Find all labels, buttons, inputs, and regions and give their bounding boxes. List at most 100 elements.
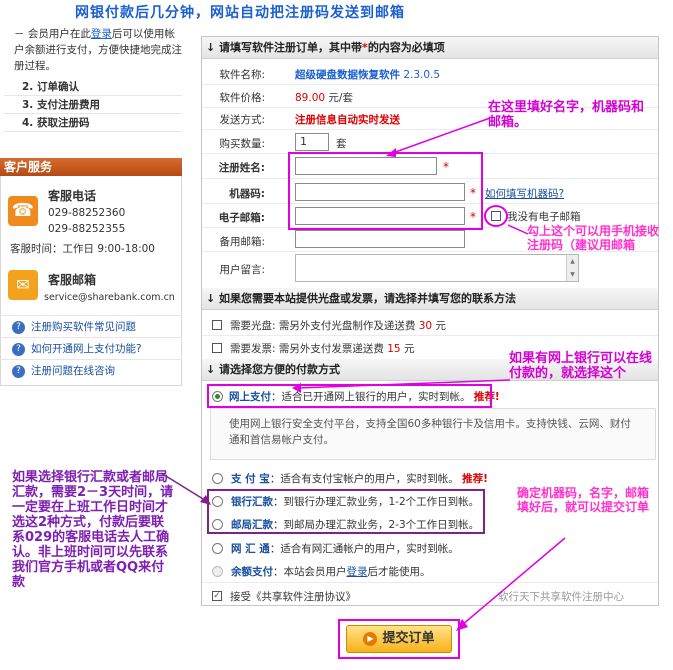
need-invoice-fee: 15	[387, 343, 401, 355]
name-note-arrow	[386, 117, 491, 157]
payment-header-text: 请选择您方便的付款方式	[219, 363, 341, 376]
row-divider	[202, 84, 658, 85]
phone-title: 客服电话	[48, 189, 97, 203]
need-cd-label: 需要光盘:	[230, 320, 276, 332]
quantity-unit: 套	[336, 138, 347, 150]
play-icon: ▶	[363, 631, 378, 646]
need-cd-checkbox[interactable]	[212, 320, 222, 330]
online-bank-note: 如果有网上银行可以在线付款的，就选择这个	[509, 351, 653, 381]
pay-balance-desc-suffix: 后才能使用。	[367, 566, 431, 578]
step-get-code: 4. 获取注册码	[4, 114, 182, 132]
order-form-header: ↓ 请填写软件注册订单，其中带*的内容为必填项	[202, 37, 658, 59]
online-bank-arrow	[292, 379, 511, 393]
row-divider	[202, 582, 658, 583]
service-hours: 客服时间：工作日 9:00-18:00	[10, 243, 155, 255]
pay-alipay-badge: 推荐!	[462, 473, 488, 485]
question-icon: ?	[12, 342, 25, 356]
name-fields-highlight	[288, 152, 483, 230]
pay-wanghuitong-name: 网 汇 通	[231, 543, 270, 555]
need-invoice-desc: 需另外支付发票递送费	[278, 343, 384, 355]
online-pay-info: 使用网上银行安全支付平台，支持全国60多种银行卡及信用卡。支持快钱、云网、财付通…	[210, 408, 656, 460]
header-suffix: 的内容为必填项	[367, 41, 445, 54]
submit-label: 提交订单	[382, 631, 435, 646]
pay-alipay-desc: 适合有支付宝帐户的用户，实时到帐。	[280, 473, 459, 485]
email-title: 客服邮箱	[48, 273, 97, 287]
bank-transfer-highlight	[207, 489, 485, 534]
faq-link-buy[interactable]: 注册购买软件常见问题	[31, 321, 136, 333]
product-name-label: 软件名称:	[219, 69, 265, 81]
price-label: 软件价格:	[219, 92, 265, 104]
need-cd-unit: 元	[435, 320, 446, 332]
question-icon: ?	[12, 364, 25, 378]
message-label: 用户留言:	[219, 264, 265, 276]
need-cd-row: 需要光盘: 需另外支付光盘制作及递送费 30 元	[230, 318, 446, 333]
backup-email-input[interactable]	[295, 230, 465, 248]
backup-email-label: 备用邮箱:	[219, 236, 265, 248]
phone-note: 勾上这个可以用手机接收注册码（建议用邮箱	[527, 224, 660, 252]
submit-order-button[interactable]: ▶ 提交订单	[346, 625, 452, 653]
message-scrollbar[interactable]: ▲ ▼	[566, 255, 578, 281]
pay-balance-radio[interactable]	[212, 566, 223, 577]
machine-code-label: 机器码:	[229, 188, 265, 200]
question-icon: ?	[12, 320, 25, 334]
invoice-section-header: ↓ 如果您需要本站提供光盘或发票，请选择并填写您的联系方法	[202, 288, 658, 310]
name-note: 在这里填好名字，机器码和邮箱。	[488, 100, 645, 130]
product-name: 超级硬盘数据恢复软件	[295, 69, 400, 81]
need-invoice-unit: 元	[403, 343, 415, 355]
quantity-input[interactable]: 1	[295, 133, 329, 151]
member-note: － 会员用户在此登录后可以使用帐户余额进行支付，方便快捷地完成注册过程。	[14, 26, 182, 74]
phone-note-arrow	[507, 224, 529, 235]
faq-item-consult[interactable]: ? 注册问题在线咨询	[0, 359, 182, 381]
customer-service-header: 客户服务	[0, 158, 182, 176]
message-textarea[interactable]	[295, 254, 579, 282]
product-version: 2.3.0.5	[403, 69, 441, 81]
email-label: 电子邮箱:	[218, 212, 265, 224]
pay-balance-name: 余额支付	[231, 566, 273, 578]
machine-code-help-link[interactable]: 如何填写机器码?	[485, 186, 564, 201]
bank-transfer-arrow	[160, 472, 211, 505]
need-cd-fee: 30	[418, 320, 433, 332]
phone-number-1: 029-88252360	[48, 207, 126, 219]
pay-balance-login-link[interactable]: 登录	[347, 566, 368, 578]
confirm-arrow	[456, 537, 566, 631]
pay-wanghuitong-row: 网 汇 通：适合有网汇通帐户的用户，实时到帐。	[231, 543, 459, 555]
header-prefix: 请填写软件注册订单，其中带	[219, 41, 363, 54]
pay-balance-row: 余额支付：本站会员用户登录后才能使用。	[231, 566, 431, 578]
phone-number-2: 029-88252355	[48, 223, 126, 235]
pay-alipay-row: 支 付 宝：适合有支付宝帐户的用户，实时到帐。 推荐!	[231, 473, 488, 485]
need-invoice-label: 需要发票:	[230, 343, 276, 355]
step-order-confirm: 2. 订单确认	[4, 78, 182, 96]
bank-transfer-note: 如果选择银行汇款或者邮局汇款，需要2－3天时间，请一定要在上班工作日时间才选这2…	[12, 470, 174, 590]
shipping-label: 发送方式:	[219, 114, 265, 126]
pay-alipay-name: 支 付 宝	[231, 473, 270, 485]
pay-wanghuitong-desc: 适合有网汇通帐户的用户，实时到帐。	[280, 543, 459, 555]
order-steps: 2. 订单确认 3. 支付注册费用 4. 获取注册码	[4, 78, 182, 132]
faq-item-buy[interactable]: ? 注册购买软件常见问题	[0, 315, 182, 337]
service-email: service@sharebank.com.cn	[44, 292, 175, 303]
top-caption: 网银付款后几分钟，网站自动把注册码发送到邮箱	[75, 5, 405, 21]
faq-link-online-pay[interactable]: 如何开通网上支付功能?	[31, 343, 142, 355]
product-name-value: 超级硬盘数据恢复软件 2.3.0.5	[295, 67, 440, 82]
pay-balance-desc-prefix: 本站会员用户	[283, 566, 347, 578]
login-link[interactable]: 登录	[91, 28, 112, 40]
quantity-label: 购买数量:	[219, 138, 265, 150]
reg-name-label: 注册姓名:	[218, 162, 265, 174]
invoice-header-text: 如果您需要本站提供光盘或发票，请选择并填写您的联系方法	[219, 292, 517, 305]
faq-link-consult[interactable]: 注册问题在线咨询	[31, 365, 115, 377]
pay-alipay-radio[interactable]	[212, 473, 223, 484]
step-pay-fee: 3. 支付注册费用	[4, 96, 182, 114]
faq-item-online-pay[interactable]: ? 如何开通网上支付功能?	[0, 337, 182, 359]
need-invoice-row: 需要发票: 需另外支付发票递送费 15 元	[230, 341, 414, 356]
member-note-prefix: － 会员用户在此	[14, 28, 91, 40]
mail-icon: ✉	[8, 270, 38, 300]
agree-checkbox[interactable]: ✓	[212, 591, 222, 601]
pay-wanghuitong-radio[interactable]	[212, 543, 223, 554]
price-value: 89.00 元/套	[295, 90, 353, 105]
confirm-note: 确定机器码，名字，邮箱填好后，就可以提交订单	[517, 486, 650, 514]
price-unit: 元/套	[328, 92, 353, 104]
agree-label: 接受《共享软件注册协议》	[230, 591, 356, 603]
need-invoice-checkbox[interactable]	[212, 343, 222, 353]
price-amount: 89.00	[295, 92, 326, 104]
row-divider	[202, 335, 658, 336]
phone-icon: ☎	[8, 196, 38, 226]
